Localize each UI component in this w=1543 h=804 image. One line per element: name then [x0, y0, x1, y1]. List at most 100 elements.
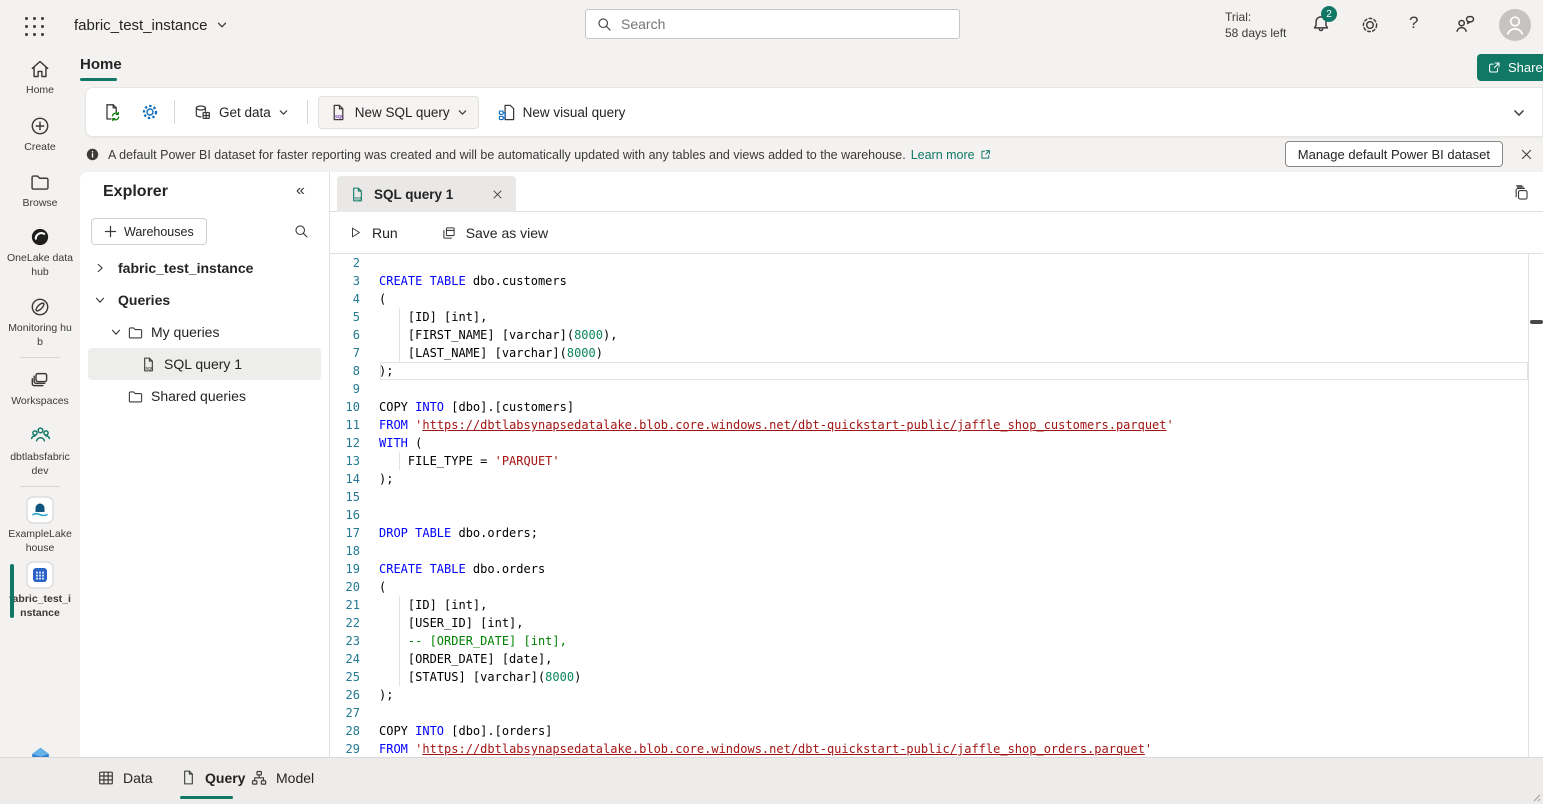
rail-item-dbtlabsfabricdev[interactable]: dbtlabsfabricdev [0, 424, 80, 478]
chevron-down-icon[interactable] [93, 293, 107, 307]
code-line[interactable]: 13 FILE_TYPE = 'PARQUET' [330, 452, 1543, 470]
play-icon [348, 225, 363, 240]
help-button[interactable]: ? [1409, 13, 1418, 33]
code-line[interactable]: 18 [330, 542, 1543, 560]
editor-scrollbar-track[interactable] [1528, 254, 1529, 757]
code-line[interactable]: 27 [330, 704, 1543, 722]
feedback-button[interactable] [1453, 13, 1476, 36]
new-visual-query-button[interactable]: New visual query [489, 97, 634, 128]
explorer-search-button[interactable] [293, 223, 310, 240]
manage-dataset-label: Manage default Power BI dataset [1298, 147, 1490, 162]
code-line[interactable]: 21 [ID] [int], [330, 596, 1543, 614]
code-line[interactable]: 8); [330, 362, 1543, 380]
chevron-right-icon[interactable] [93, 261, 107, 275]
code-line[interactable]: 24 [ORDER_DATE] [date], [330, 650, 1543, 668]
code-line[interactable]: 22 [USER_ID] [int], [330, 614, 1543, 632]
tree-item-warehouse-root[interactable]: fabric_test_instance [80, 252, 329, 284]
ribbon-settings-button[interactable] [136, 98, 164, 126]
rail-item-create[interactable]: Create [0, 115, 80, 155]
query-tab-sql-query-1[interactable]: SQL SQL query 1 [337, 176, 516, 212]
code-line[interactable]: 11FROM 'https://dbtlabsynapsedatalake.bl… [330, 416, 1543, 434]
rail-label: Browse [0, 197, 80, 211]
code-line[interactable]: 16 [330, 506, 1543, 524]
code-text: ( [379, 578, 386, 596]
tree-item-shared-queries[interactable]: Shared queries [80, 380, 329, 412]
notifications-button[interactable]: 2 [1310, 13, 1336, 39]
close-icon [1519, 147, 1534, 162]
code-line[interactable]: 28COPY INTO [dbo].[orders] [330, 722, 1543, 740]
run-button[interactable]: Run [348, 225, 398, 241]
bottom-tab-model[interactable]: Model [250, 769, 314, 787]
save-as-view-button[interactable]: Save as view [441, 225, 548, 241]
svg-text:SQL: SQL [354, 195, 363, 200]
query-panel: SQL SQL query 1 Run Save as view 23CREAT… [330, 172, 1543, 757]
code-text: FROM 'https://dbtlabsynapsedatalake.blob… [379, 740, 1152, 757]
question-icon: ? [1409, 13, 1418, 32]
bottom-tab-data[interactable]: Data [97, 769, 153, 787]
code-line[interactable]: 23 -- [ORDER_DATE] [int], [330, 632, 1543, 650]
code-line[interactable]: 20( [330, 578, 1543, 596]
search-box[interactable] [585, 9, 960, 39]
resize-grip-icon[interactable] [1531, 792, 1541, 802]
new-sql-query-button[interactable]: SQL New SQL query [318, 96, 479, 129]
workspace-switcher[interactable]: fabric_test_instance [74, 13, 228, 37]
collapse-explorer-button[interactable]: « [296, 182, 305, 200]
rail-item-monitoring-hub[interactable]: Monitoring hub [0, 296, 80, 349]
active-tab-underline [80, 78, 117, 81]
rail-item-home[interactable]: Home [0, 58, 80, 98]
copy-button[interactable] [1513, 185, 1530, 202]
collapse-ribbon-button[interactable] [1512, 106, 1526, 120]
code-editor[interactable]: 23CREATE TABLE dbo.customers4(5 [ID] [in… [330, 254, 1543, 757]
code-line[interactable]: 5 [ID] [int], [330, 308, 1543, 326]
code-line[interactable]: 26); [330, 686, 1543, 704]
code-line[interactable]: 19CREATE TABLE dbo.orders [330, 560, 1543, 578]
feedback-icon [1453, 13, 1476, 36]
code-line[interactable]: 14); [330, 470, 1543, 488]
chevron-down-icon [278, 107, 289, 118]
warehouses-button[interactable]: Warehouses [91, 218, 207, 245]
close-tab-button[interactable] [491, 188, 504, 201]
learn-more-link[interactable]: Learn more [911, 148, 992, 162]
new-visual-query-label: New visual query [523, 105, 626, 120]
code-line[interactable]: 15 [330, 488, 1543, 506]
rail-item-onelake-data-hub[interactable]: OneLake data hub [0, 226, 80, 279]
bottom-bar: Data Query Model [0, 757, 1543, 804]
lakehouse-icon [0, 496, 80, 524]
code-line[interactable]: 7 [LAST_NAME] [varchar](8000) [330, 344, 1543, 362]
code-text: ( [379, 290, 386, 308]
code-line[interactable]: 25 [STATUS] [varchar](8000) [330, 668, 1543, 686]
chevron-down-icon[interactable] [109, 325, 123, 339]
code-line[interactable]: 2 [330, 254, 1543, 272]
rail-item-workspaces[interactable]: Workspaces [0, 369, 80, 409]
scrollbar-thumb[interactable] [1530, 320, 1543, 324]
refresh-button[interactable] [98, 98, 126, 126]
search-input[interactable] [621, 16, 921, 32]
settings-button[interactable] [1359, 14, 1381, 36]
trial-status[interactable]: Trial: 58 days left [1225, 9, 1303, 41]
code-line[interactable]: 9 [330, 380, 1543, 398]
share-button[interactable]: Share [1477, 54, 1543, 81]
code-line[interactable]: 10COPY INTO [dbo].[customers] [330, 398, 1543, 416]
code-line[interactable]: 3CREATE TABLE dbo.customers [330, 272, 1543, 290]
rail-item-browse[interactable]: Browse [0, 171, 80, 211]
line-number: 8 [330, 362, 360, 380]
get-data-button[interactable]: Get data [185, 97, 297, 128]
bottom-tab-query[interactable]: Query [180, 769, 245, 786]
tree-item-sql-query-1[interactable]: SQL SQL query 1 [80, 348, 329, 380]
code-line[interactable]: 6 [FIRST_NAME] [varchar](8000), [330, 326, 1543, 344]
manage-dataset-button[interactable]: Manage default Power BI dataset [1285, 141, 1503, 167]
banner-close-button[interactable] [1519, 147, 1534, 162]
rail-item-fabric-test-instance[interactable]: fabric_test_instance [0, 561, 80, 620]
tree-item-queries[interactable]: Queries [80, 284, 329, 316]
code-line[interactable]: 17DROP TABLE dbo.orders; [330, 524, 1543, 542]
rail-item-examplelakehouse[interactable]: ExampleLakehouse [0, 496, 80, 555]
app-launcher-icon[interactable] [22, 14, 46, 38]
tree-item-my-queries[interactable]: My queries [80, 316, 329, 348]
tab-home[interactable]: Home [80, 56, 122, 73]
code-line[interactable]: 29FROM 'https://dbtlabsynapsedatalake.bl… [330, 740, 1543, 757]
tree-label: SQL query 1 [164, 356, 242, 372]
banner-message: A default Power BI dataset for faster re… [108, 148, 906, 162]
code-line[interactable]: 12WITH ( [330, 434, 1543, 452]
code-line[interactable]: 4( [330, 290, 1543, 308]
account-button[interactable] [1499, 9, 1531, 41]
